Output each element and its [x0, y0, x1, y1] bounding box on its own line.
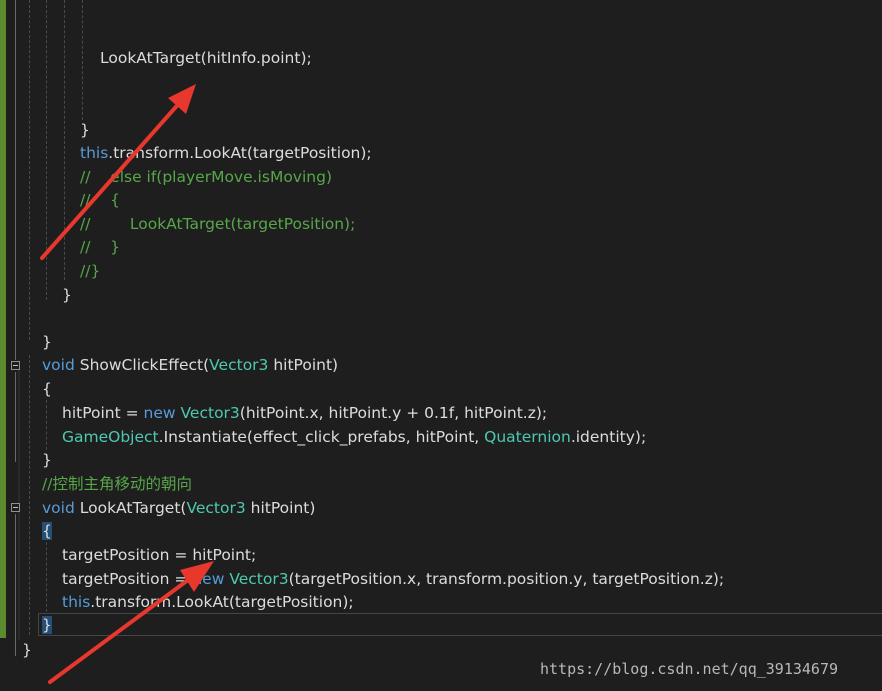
red-arrow-lower [48, 561, 214, 684]
annotation-arrows [40, 84, 214, 684]
watermark: https://blog.csdn.net/qq_39134679 [540, 660, 839, 678]
red-arrow-upper [40, 84, 196, 260]
